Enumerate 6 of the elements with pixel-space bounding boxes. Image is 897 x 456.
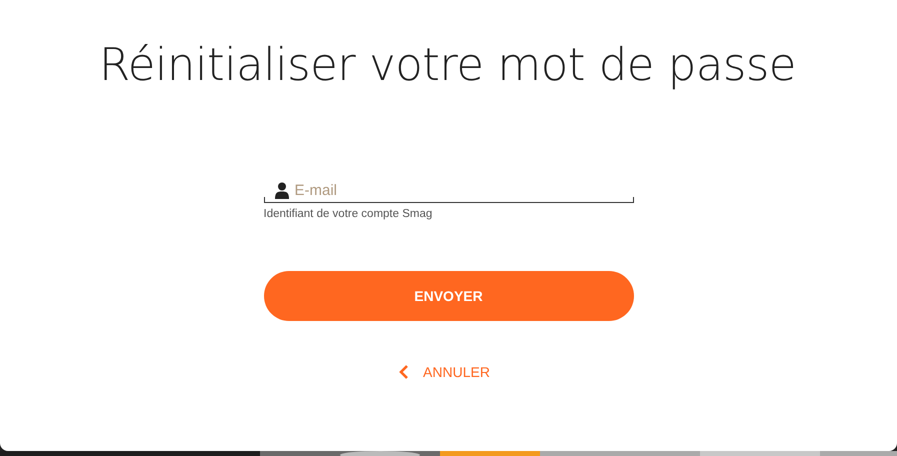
send-button[interactable]: ENVOYER bbox=[264, 271, 634, 321]
field-hint: Identifiant de votre compte Smag bbox=[264, 208, 434, 220]
user-icon bbox=[274, 182, 288, 199]
chevron-left-icon bbox=[399, 365, 410, 379]
page-title: Réinitialiser votre mot de passe bbox=[98, 37, 796, 93]
cancel-link[interactable]: ANNULER bbox=[399, 364, 490, 380]
